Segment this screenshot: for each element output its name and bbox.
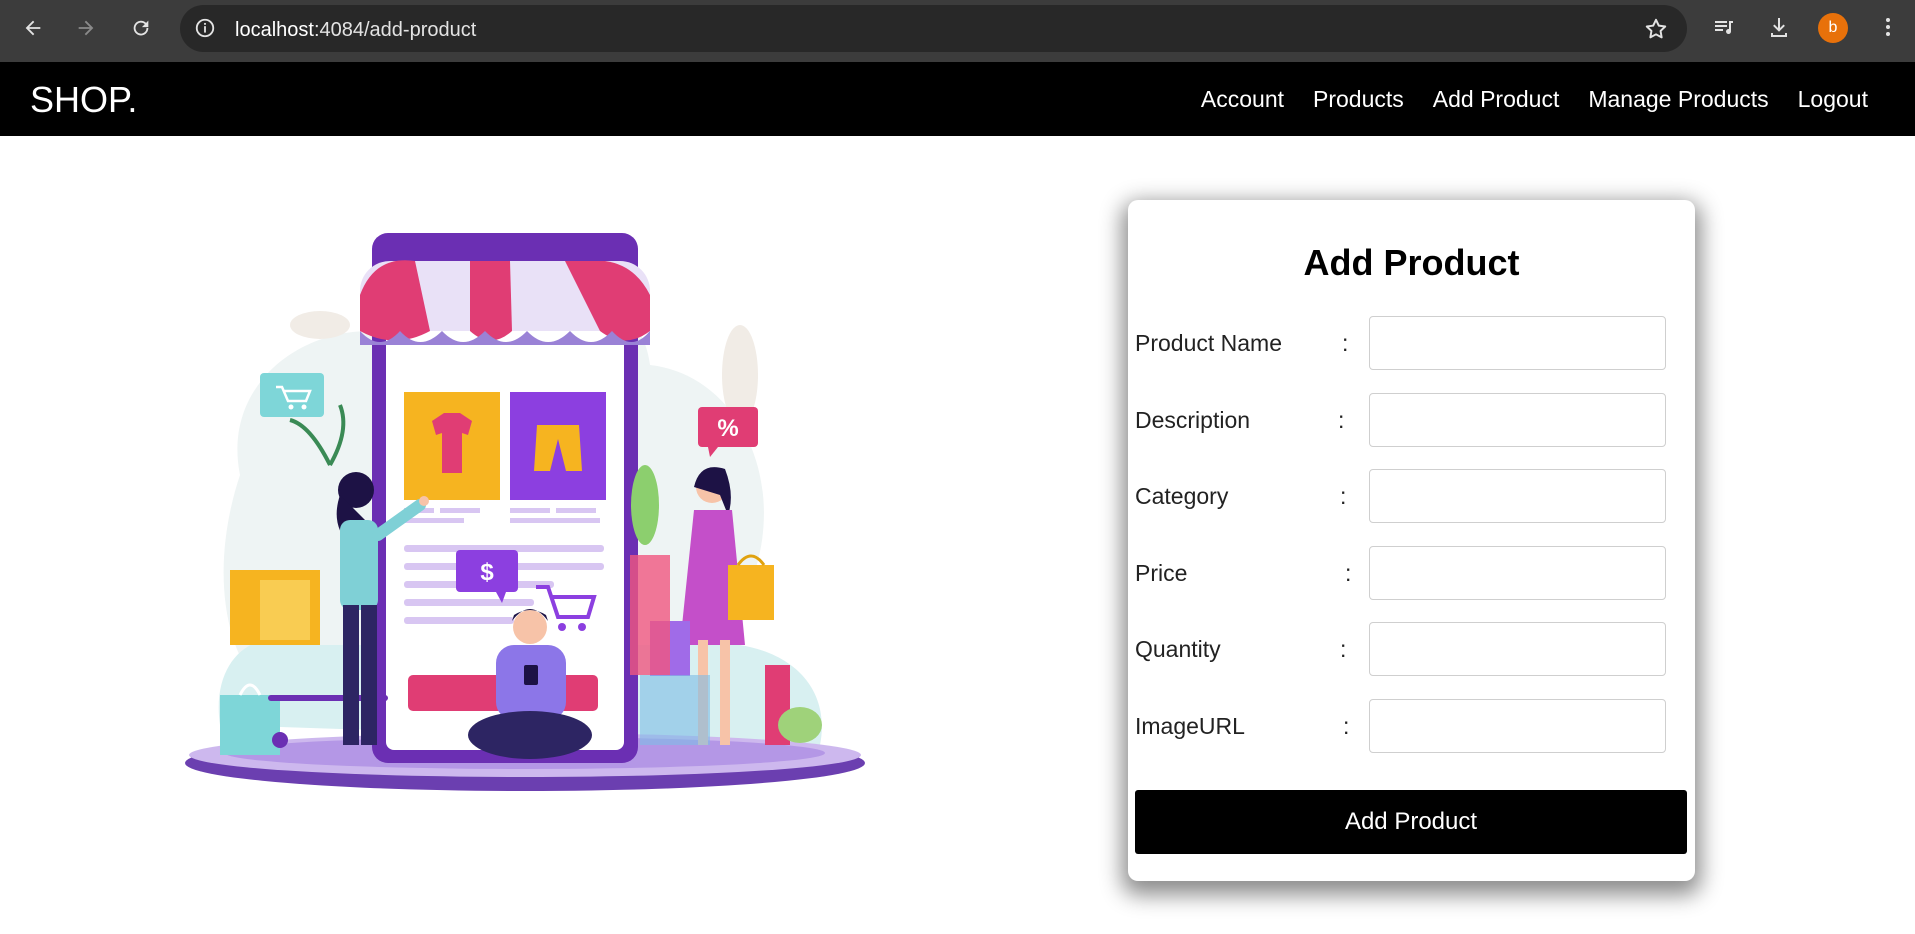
url-host: localhost: [235, 19, 314, 41]
form-title: Add Product: [1303, 242, 1520, 283]
nav-link-logout[interactable]: Logout: [1798, 86, 1868, 113]
site-info-icon[interactable]: [194, 17, 216, 39]
field-row-price: Price :: [1135, 546, 1675, 600]
nav-link-products[interactable]: Products: [1313, 86, 1404, 113]
nav-links: Account Products Add Product Manage Prod…: [1201, 86, 1868, 113]
add-product-button[interactable]: Add Product: [1135, 790, 1687, 854]
quantity-input[interactable]: [1369, 622, 1666, 676]
image-url-input[interactable]: [1369, 699, 1666, 753]
browser-toolbar: localhost:4084/add-product b: [0, 0, 1915, 62]
field-row-image-url: ImageURL :: [1135, 699, 1675, 753]
download-icon[interactable]: [1765, 13, 1793, 41]
colon-separator: :: [1340, 636, 1347, 662]
colon-separator: :: [1343, 713, 1350, 739]
media-playlist-icon[interactable]: [1710, 13, 1738, 41]
product-name-input[interactable]: [1369, 316, 1666, 370]
price-input[interactable]: [1369, 546, 1666, 600]
field-row-quantity: Quantity :: [1135, 622, 1675, 676]
image-url-label: ImageURL: [1135, 713, 1245, 739]
field-row-product-name: Product Name :: [1135, 316, 1675, 370]
url-text: localhost:4084/add-product: [235, 19, 476, 42]
field-row-category: Category :: [1135, 469, 1675, 523]
product-name-label: Product Name: [1135, 330, 1283, 356]
category-label: Category: [1135, 483, 1229, 509]
site-navbar: SHOP. Account Products Add Product Manag…: [0, 62, 1915, 136]
bookmark-star-icon[interactable]: [1643, 16, 1669, 42]
description-input[interactable]: [1369, 393, 1666, 447]
colon-separator: :: [1342, 330, 1349, 356]
price-label: Price: [1135, 560, 1188, 586]
url-path: :4084/add-product: [313, 19, 477, 41]
nav-link-account[interactable]: Account: [1201, 86, 1284, 113]
colon-separator: :: [1338, 407, 1345, 433]
percent-tag-text: %: [717, 415, 738, 442]
profile-avatar[interactable]: b: [1818, 13, 1848, 43]
brand-logo[interactable]: SHOP.: [30, 79, 137, 121]
reload-icon[interactable]: [125, 12, 157, 44]
colon-separator: :: [1345, 560, 1352, 586]
nav-link-add-product[interactable]: Add Product: [1433, 86, 1560, 113]
category-input[interactable]: [1369, 469, 1666, 523]
more-menu-icon[interactable]: [1874, 13, 1902, 41]
add-product-card: Add Product Product Name : Description :…: [1128, 200, 1695, 881]
description-label: Description: [1135, 407, 1251, 433]
shopping-illustration: $ %: [185, 233, 865, 791]
colon-separator: :: [1340, 483, 1347, 509]
dollar-tag-text: $: [480, 559, 494, 586]
quantity-label: Quantity: [1135, 636, 1221, 662]
back-icon[interactable]: [17, 12, 49, 44]
nav-link-manage-products[interactable]: Manage Products: [1588, 86, 1768, 113]
field-row-description: Description :: [1135, 393, 1675, 447]
address-bar[interactable]: localhost:4084/add-product: [180, 5, 1687, 52]
forward-icon[interactable]: [70, 12, 102, 44]
